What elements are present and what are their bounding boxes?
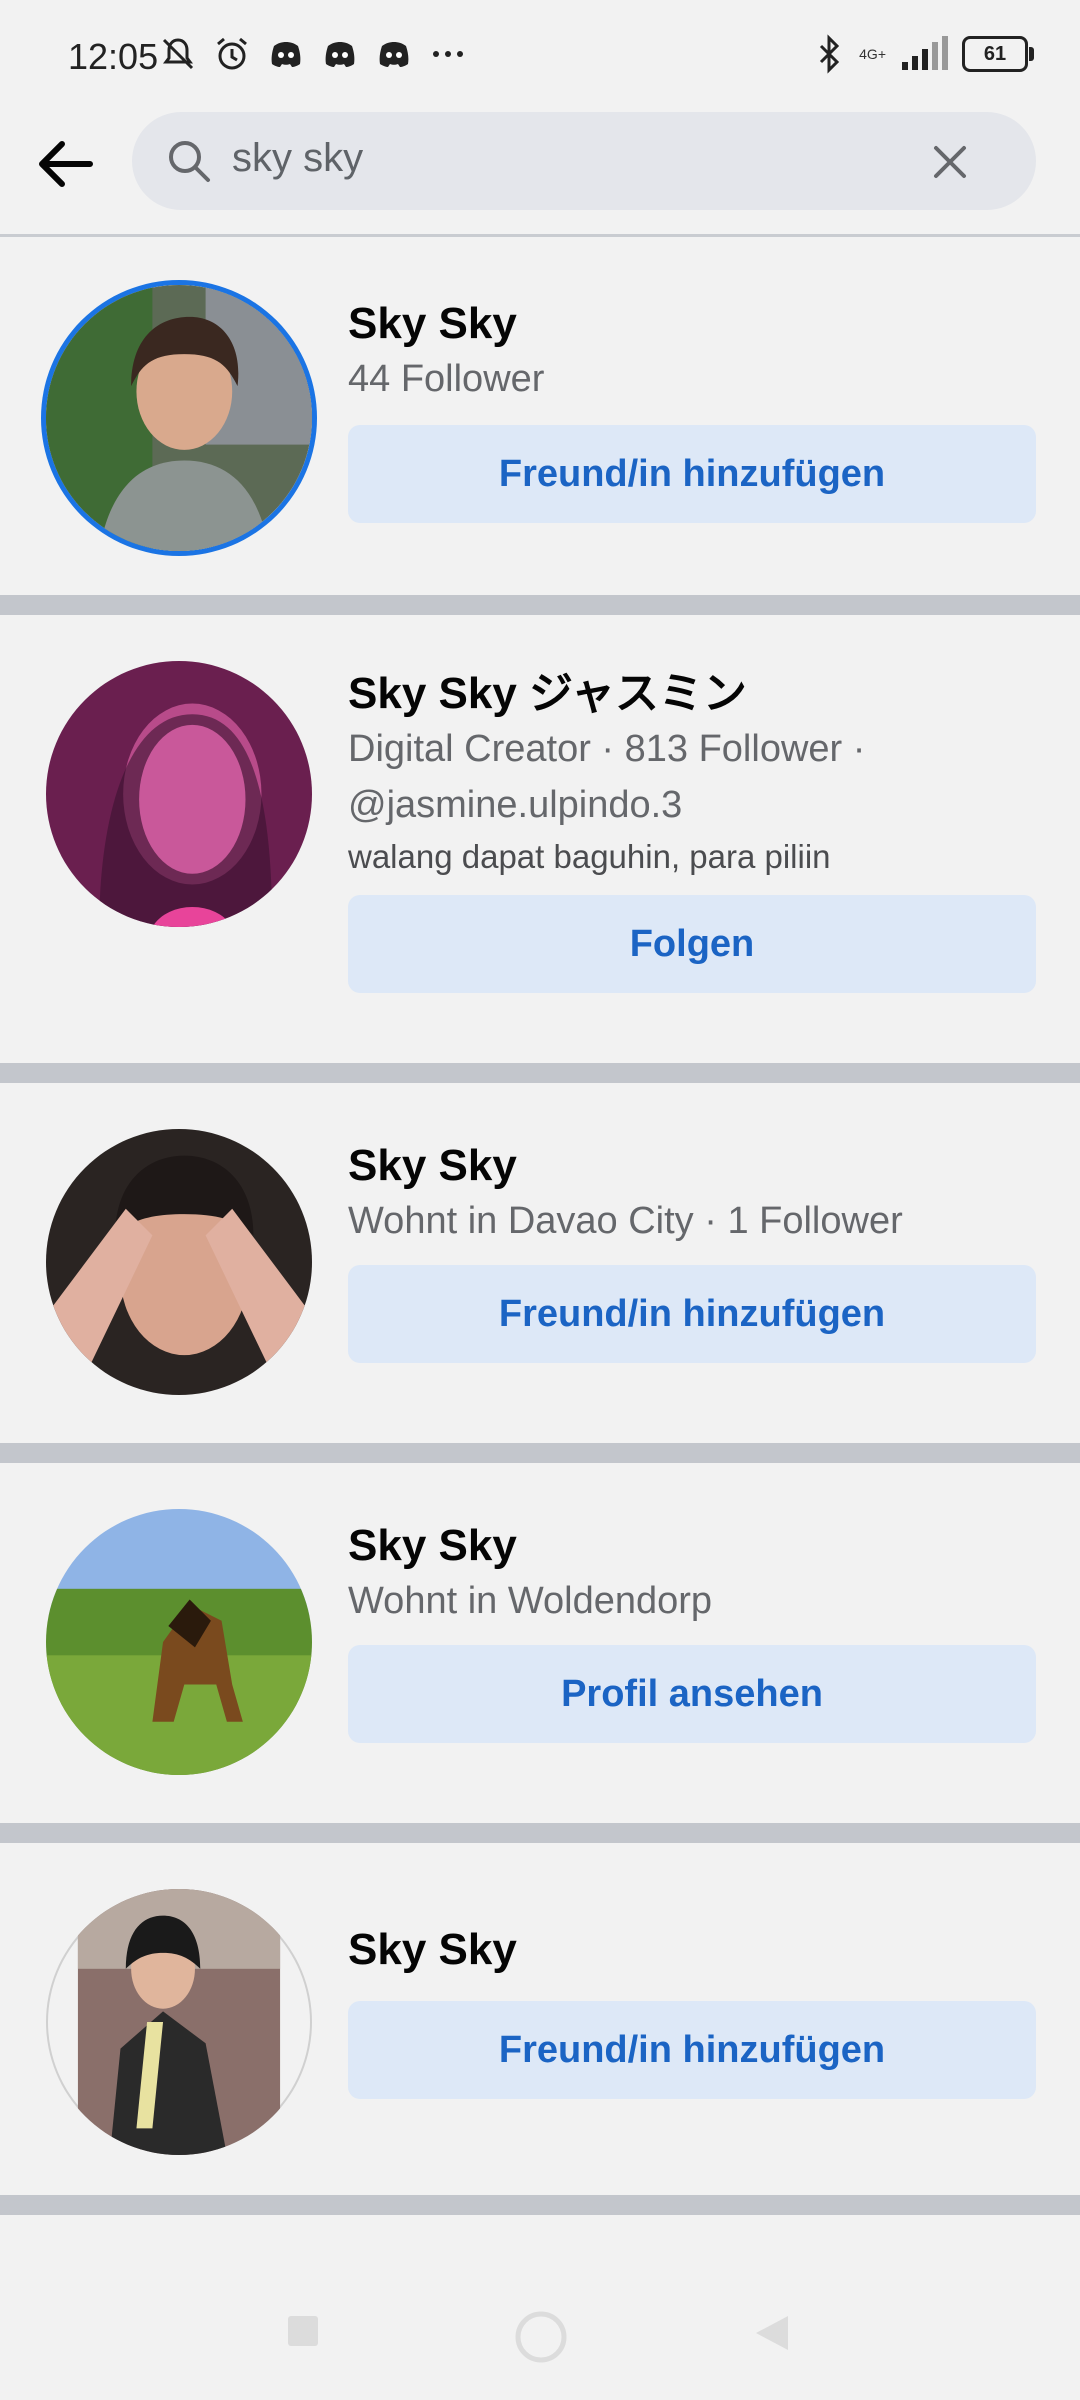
separator <box>0 1823 1080 1843</box>
add-friend-button[interactable]: Freund/in hinzufügen <box>348 1265 1036 1363</box>
avatar[interactable] <box>46 1509 312 1775</box>
add-friend-button[interactable]: Freund/in hinzufügen <box>348 425 1036 523</box>
alarm-icon <box>217 37 247 70</box>
signal-icon <box>902 36 948 70</box>
status-bar: 12:05 4G+ 61 <box>0 0 1080 112</box>
result-info: Sky Sky Freund/in hinzufügen <box>348 1899 1036 2099</box>
search-icon <box>169 141 210 182</box>
avatar[interactable] <box>46 661 312 927</box>
profile-photo <box>46 661 312 927</box>
profile-photo <box>46 1129 312 1395</box>
profile-photo <box>77 1889 281 2155</box>
avatar[interactable] <box>46 1129 312 1395</box>
separator <box>0 2195 1080 2215</box>
list-item[interactable]: Sky Sky Freund/in hinzufügen <box>0 1843 1080 2195</box>
result-name[interactable]: Sky Sky <box>348 1923 1036 1977</box>
separator <box>0 1063 1080 1083</box>
result-meta: Digital Creator · 813 Follower · <box>348 728 866 770</box>
list-item[interactable]: Sky Sky Wohnt in Davao City · 1 Follower… <box>0 1083 1080 1443</box>
separator <box>0 595 1080 615</box>
search-bar[interactable]: sky sky <box>132 112 1036 210</box>
result-info: Sky Sky ジャスミン Digital Creator · 813 Foll… <box>348 667 1036 993</box>
battery-indicator: 61 <box>962 36 1034 72</box>
avatar[interactable] <box>46 1889 312 2155</box>
status-time: 12:05 <box>68 36 159 77</box>
result-info: Sky Sky Wohnt in Davao City · 1 Follower… <box>348 1139 1036 1363</box>
search-header: sky sky <box>0 112 1080 236</box>
result-name[interactable]: Sky Sky <box>348 297 1036 351</box>
back-arrow-icon[interactable] <box>34 132 98 196</box>
result-meta: Wohnt in Davao City · 1 Follower <box>348 1200 903 1242</box>
add-friend-button[interactable]: Freund/in hinzufügen <box>348 2001 1036 2099</box>
list-item[interactable]: Sky Sky Wohnt in Woldendorp Profil anseh… <box>0 1463 1080 1823</box>
result-info: Sky Sky 44 Follower Freund/in hinzufügen <box>348 297 1036 523</box>
profile-photo <box>46 1509 312 1775</box>
mute-bell-icon <box>162 38 194 70</box>
result-name[interactable]: Sky Sky <box>348 1139 1036 1193</box>
follow-button[interactable]: Folgen <box>348 895 1036 993</box>
separator <box>0 1443 1080 1463</box>
result-meta: 44 Follower <box>348 358 545 400</box>
view-profile-button[interactable]: Profil ansehen <box>348 1645 1036 1743</box>
avatar[interactable] <box>46 285 312 551</box>
search-input[interactable]: sky sky <box>232 136 363 181</box>
result-name[interactable]: Sky Sky ジャスミン <box>348 667 1036 721</box>
result-name[interactable]: Sky Sky <box>348 1519 1036 1573</box>
home-icon[interactable] <box>514 2310 568 2364</box>
discord-icon <box>325 42 355 67</box>
list-item[interactable]: Sky Sky 44 Follower Freund/in hinzufügen <box>0 237 1080 595</box>
more-dots-icon <box>433 51 463 57</box>
result-bio: walang dapat baguhin, para piliin <box>348 838 831 875</box>
notification-icons <box>158 34 468 74</box>
network-type: 4G+ <box>859 46 886 62</box>
result-username: @jasmine.ulpindo.3 <box>348 784 683 826</box>
search-results: Sky Sky 44 Follower Freund/in hinzufügen… <box>0 237 1080 2215</box>
back-icon[interactable] <box>752 2312 792 2354</box>
list-item[interactable]: Sky Sky ジャスミン Digital Creator · 813 Foll… <box>0 615 1080 1063</box>
result-meta: Wohnt in Woldendorp <box>348 1580 713 1622</box>
discord-icon <box>271 42 301 67</box>
system-nav-bar <box>0 2280 1080 2400</box>
bluetooth-icon <box>820 34 840 74</box>
system-icons: 4G+ 61 <box>813 34 1034 74</box>
profile-photo <box>46 285 312 551</box>
discord-icon <box>379 42 409 67</box>
result-info: Sky Sky Wohnt in Woldendorp Profil anseh… <box>348 1519 1036 1743</box>
clear-icon[interactable] <box>930 142 970 182</box>
recents-icon[interactable] <box>286 2314 320 2348</box>
